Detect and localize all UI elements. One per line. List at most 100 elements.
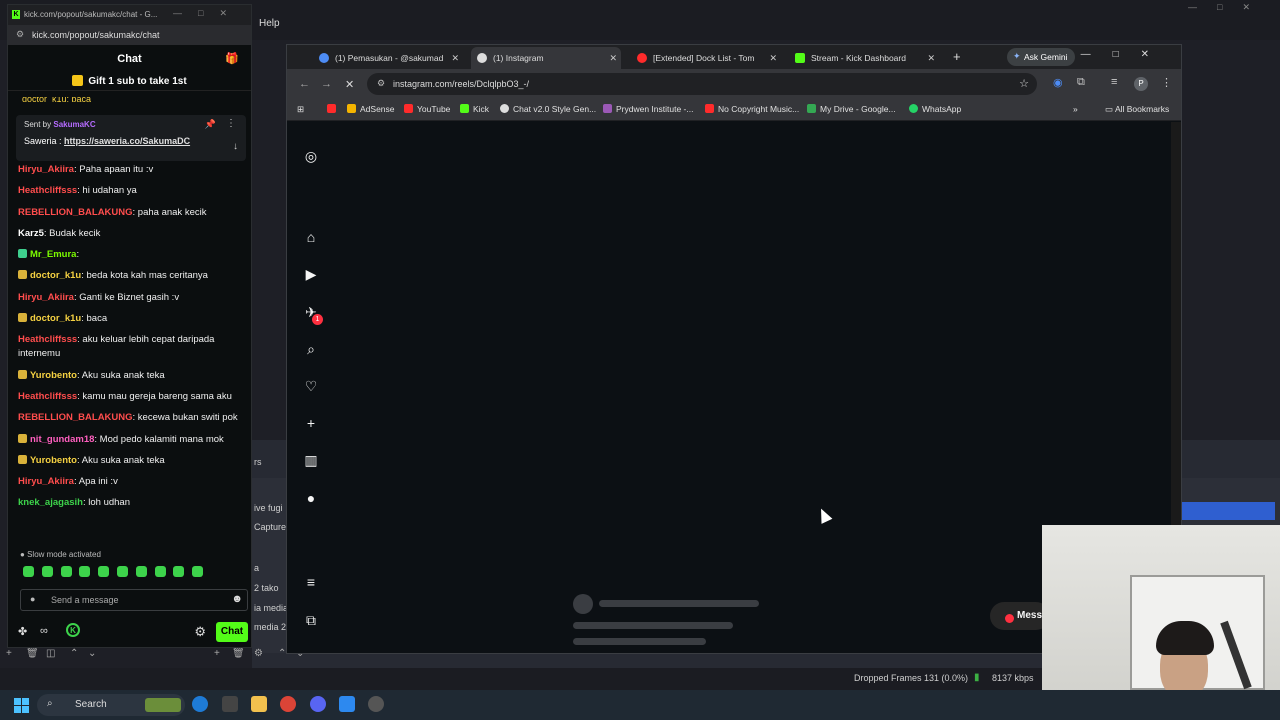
bookmark-item[interactable]: No Copyright Music... <box>705 104 799 114</box>
chrome-icon[interactable] <box>280 696 296 712</box>
taskbar-search[interactable]: ⌕ Search <box>37 694 185 716</box>
emote-icon[interactable] <box>23 566 34 577</box>
bookmark-item[interactable]: Chat v2.0 Style Gen... <box>500 104 596 114</box>
kick-address-bar[interactable]: ⚙ kick.com/popout/sakumakc/chat <box>8 25 251 45</box>
chat-username[interactable]: Karz5 <box>18 228 44 239</box>
edge-icon[interactable] <box>192 696 208 712</box>
obs-selected-row[interactable] <box>1180 502 1275 520</box>
site-settings-icon[interactable]: ⚙ <box>16 29 24 40</box>
chat-username[interactable]: Hiryu_Akiira <box>18 164 74 175</box>
bookmark-item[interactable]: WhatsApp <box>909 104 961 114</box>
tab-kick-dashboard[interactable]: Stream - Kick Dashboard ✕ <box>789 47 939 69</box>
chat-username[interactable]: Mr_Emura <box>30 249 76 260</box>
close-icon[interactable]: ✕ <box>609 53 617 64</box>
bookmark-item[interactable]: YouTube <box>404 104 450 114</box>
stop-loading-icon[interactable]: ✕ <box>345 78 354 91</box>
emote-icon[interactable] <box>192 566 204 577</box>
tab-dock-list[interactable]: [Extended] Dock List - Tom ✕ <box>631 47 781 69</box>
close-icon[interactable]: ✕ <box>769 53 777 64</box>
more-bookmarks-icon[interactable]: » <box>1073 104 1078 114</box>
ask-gemini-button[interactable]: ✦ Ask Gemini <box>1007 48 1075 66</box>
chat-username[interactable]: Hiryu_Akiira <box>18 292 74 303</box>
up-icon[interactable]: ⌃ <box>70 648 78 659</box>
kick-window-controls[interactable]: —□✕ <box>173 8 243 19</box>
emote-icon[interactable] <box>60 566 72 577</box>
chevron-down-icon[interactable]: ↓ <box>233 141 238 152</box>
more-options-icon[interactable]: ⋮ <box>226 118 236 129</box>
obs-icon[interactable] <box>222 696 238 712</box>
gear-icon[interactable]: ⚙ <box>254 648 263 659</box>
bookmark-item[interactable]: My Drive - Google... <box>807 104 896 114</box>
pin-icon[interactable]: 📌 <box>205 119 216 130</box>
send-chat-button[interactable]: Chat <box>216 622 248 642</box>
close-icon[interactable]: ✕ <box>451 53 459 64</box>
search-icon[interactable]: ⌕ <box>303 341 319 358</box>
meta-apps-icon[interactable]: ⧉ <box>303 612 319 629</box>
gear-icon[interactable]: ⚙ <box>194 624 206 640</box>
site-info-icon[interactable]: ⚙ <box>377 78 385 89</box>
obs-source-item[interactable]: ia media <box>254 603 288 613</box>
trash-icon[interactable]: 🗑 <box>26 648 39 659</box>
emoji-icon[interactable]: ☻ <box>231 593 243 605</box>
obs-source-item[interactable]: media 2 <box>254 622 286 632</box>
chrome-window-controls[interactable]: —□✕ <box>1081 49 1171 60</box>
chat-username[interactable]: nit_gundam18 <box>30 434 94 445</box>
avatar[interactable]: ● <box>303 490 319 506</box>
plus-icon[interactable]: + <box>214 648 220 659</box>
chat-username[interactable]: knek_ajagasih <box>18 497 83 508</box>
emote-icon[interactable] <box>173 566 185 577</box>
all-bookmarks[interactable]: ▭ All Bookmarks <box>1105 104 1169 115</box>
back-icon[interactable]: ← <box>299 78 310 90</box>
heart-icon[interactable]: ♡ <box>303 378 319 395</box>
media-control-icon[interactable]: ≡ <box>1111 76 1117 88</box>
chat-username[interactable]: doctor_k1u <box>30 313 81 324</box>
bookmark-item[interactable]: Kick <box>460 104 489 114</box>
tab-instagram[interactable]: (1) Instagram ✕ <box>471 47 621 69</box>
emote-icon[interactable] <box>154 566 166 577</box>
photos-icon[interactable] <box>339 696 355 712</box>
chat-username[interactable]: Hiryu_Akiira <box>18 476 74 487</box>
forward-icon[interactable]: → <box>321 78 332 90</box>
tab-pemasukan[interactable]: (1) Pemasukan - @sakumad ✕ <box>313 47 463 69</box>
gift-icon[interactable]: 🎁 <box>225 52 239 65</box>
bookmark-item[interactable]: AdSense <box>347 104 395 114</box>
obs-window-controls[interactable]: —□✕ <box>1188 2 1270 13</box>
extensions-puzzle-icon[interactable]: ⧉ <box>1077 76 1085 89</box>
emote-icon[interactable] <box>116 566 128 577</box>
kick-coin-icon[interactable]: K <box>66 623 80 637</box>
down-icon[interactable]: ⌄ <box>88 648 96 659</box>
instagram-messages-button[interactable]: Mess <box>990 602 1050 630</box>
address-bar[interactable]: ⚙ instagram.com/reels/DclqlpbO3_-/ ☆ <box>367 73 1037 95</box>
trash-icon[interactable]: 🗑 <box>232 648 245 659</box>
chrome-menu-icon[interactable]: ⋮ <box>1161 76 1172 89</box>
home-icon[interactable]: ⌂ <box>303 229 319 245</box>
chat-username[interactable]: doctor_k1u <box>30 270 81 281</box>
discord-icon[interactable] <box>310 696 326 712</box>
bookmark-item[interactable]: Prydwen Institute -... <box>603 104 693 114</box>
points-icon[interactable]: ✤ <box>18 625 27 638</box>
chat-username[interactable]: Yurobento <box>30 370 77 381</box>
plus-icon[interactable]: + <box>6 648 12 659</box>
emote-icon[interactable] <box>98 566 110 577</box>
new-tab-icon[interactable]: + <box>953 49 961 64</box>
chat-message-input[interactable]: ● Send a message ☻ <box>20 589 248 611</box>
menu-help[interactable]: Help <box>259 18 280 29</box>
filter-icon[interactable]: ◫ <box>46 648 55 659</box>
obs-dock-item[interactable]: rs <box>254 457 262 467</box>
emote-icon[interactable] <box>41 566 53 577</box>
apps-grid-icon[interactable]: ⊞ <box>297 104 304 115</box>
reels-icon[interactable]: ▶ <box>303 266 319 283</box>
obs-source-item[interactable]: 2 tako <box>254 583 279 593</box>
emote-icon[interactable] <box>79 566 91 577</box>
chat-username[interactable]: REBELLION_BALAKUNG <box>18 412 133 423</box>
bookmark-star-icon[interactable]: ☆ <box>1019 77 1029 90</box>
obs-source-item[interactable]: Capture <box>254 522 286 532</box>
file-explorer-icon[interactable] <box>251 696 267 712</box>
menu-icon[interactable]: ≡ <box>303 574 319 590</box>
extension-icon[interactable]: ◉ <box>1053 76 1063 89</box>
create-plus-icon[interactable]: + <box>303 415 319 431</box>
instagram-logo-icon[interactable]: ◎ <box>303 148 319 165</box>
bookmark-item[interactable] <box>327 104 340 114</box>
pinned-sender-name[interactable]: SakumaKC <box>53 120 95 129</box>
infinity-icon[interactable]: ∞ <box>40 625 48 637</box>
